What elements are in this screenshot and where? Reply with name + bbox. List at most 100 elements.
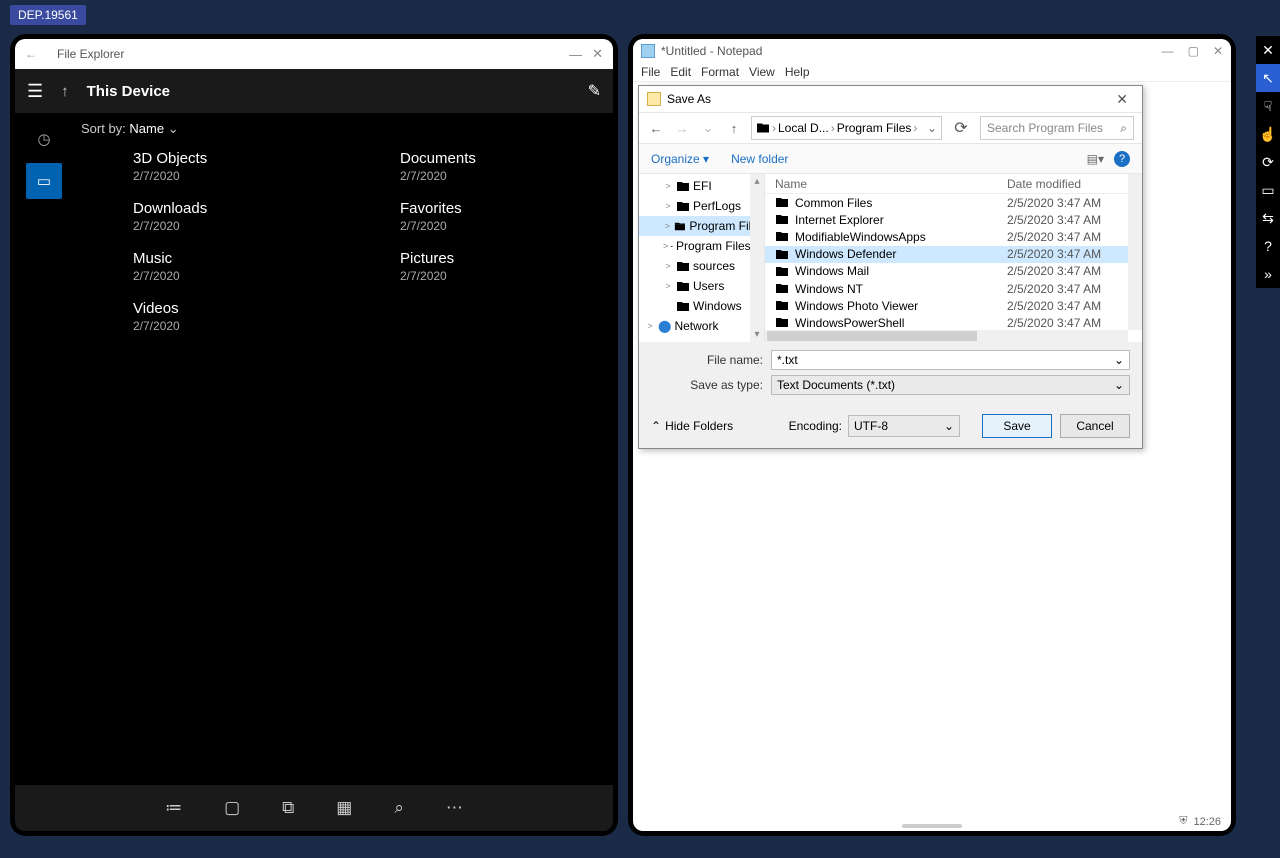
tree-scrollbar[interactable]: ▴▾	[750, 174, 764, 342]
view-options-icon[interactable]: ▤▾	[1087, 152, 1104, 166]
file-name: ModifiableWindowsApps	[795, 230, 926, 244]
expand-icon[interactable]: >	[663, 181, 673, 191]
up-arrow-icon[interactable]: ↑	[61, 83, 69, 100]
cancel-button[interactable]: Cancel	[1060, 414, 1130, 438]
tree-item[interactable]: >⬤Network	[639, 316, 764, 336]
folder-item[interactable]: Downloads2/7/2020	[79, 199, 336, 233]
filename-input[interactable]: *.txt⌄	[771, 350, 1130, 370]
folder-item[interactable]: Documents2/7/2020	[346, 149, 603, 183]
help-icon[interactable]: ?	[1114, 151, 1130, 167]
hamburger-icon[interactable]: ☰	[27, 81, 43, 102]
this-device-icon[interactable]: ▭	[26, 163, 62, 199]
menu-item[interactable]: File	[641, 65, 660, 79]
refresh-icon[interactable]: ⟳	[950, 118, 972, 138]
organize-button[interactable]: Organize ▾	[651, 152, 709, 166]
close-button[interactable]: ✕	[1213, 44, 1223, 58]
list-scrollbar[interactable]	[1128, 174, 1142, 330]
new-folder-button[interactable]: New folder	[731, 152, 788, 166]
more-icon[interactable]: ⋯	[446, 798, 463, 818]
window-titlebar[interactable]: ← File Explorer — ✕	[15, 39, 613, 69]
save-button[interactable]: Save	[982, 414, 1052, 438]
file-list[interactable]: Name Date modified Common Files2/5/2020 …	[765, 174, 1142, 342]
tree-item[interactable]: Windows	[639, 296, 764, 316]
list-icon[interactable]: ≔	[165, 798, 182, 818]
tool-save-icon[interactable]: ▭	[1256, 176, 1280, 204]
close-icon[interactable]: ✕	[1110, 91, 1134, 108]
close-button[interactable]: ✕	[592, 46, 603, 62]
tool-cursor-icon[interactable]: ↖	[1256, 64, 1280, 92]
new-folder-icon[interactable]: ▢	[224, 798, 240, 818]
tree-item[interactable]: >Program Files (x	[639, 236, 764, 256]
file-row[interactable]: Windows NT2/5/2020 3:47 AM	[765, 280, 1142, 297]
paste-icon[interactable]: ⧉	[282, 798, 294, 818]
dialog-actions: ⌃ Hide Folders Encoding: UTF-8⌄ Save Can…	[639, 404, 1142, 448]
file-row[interactable]: Windows Mail2/5/2020 3:47 AM	[765, 263, 1142, 280]
breadcrumb[interactable]: › Local D... › Program Files › ⌄	[751, 116, 942, 140]
nav-back-icon[interactable]: ←	[647, 121, 665, 136]
tool-more-icon[interactable]: »	[1256, 260, 1280, 288]
notepad-titlebar[interactable]: *Untitled - Notepad — ▢ ✕	[633, 39, 1231, 62]
tool-refresh-icon[interactable]: ⟳	[1256, 148, 1280, 176]
sort-row[interactable]: Sort by: Name ⌄	[73, 121, 603, 137]
file-row[interactable]: Internet Explorer2/5/2020 3:47 AM	[765, 211, 1142, 228]
col-name[interactable]: Name	[775, 177, 1007, 191]
expand-icon[interactable]: >	[663, 221, 671, 231]
filetype-select[interactable]: Text Documents (*.txt)⌄	[771, 375, 1130, 395]
menu-item[interactable]: Format	[701, 65, 739, 79]
tool-help-icon[interactable]: ?	[1256, 232, 1280, 260]
folder-item[interactable]: Music2/7/2020	[79, 249, 336, 283]
tree-item[interactable]: >EFI	[639, 176, 764, 196]
file-row[interactable]: Common Files2/5/2020 3:47 AM	[765, 194, 1142, 211]
filename-label: File name:	[689, 353, 771, 367]
tree-item[interactable]: >Program Files	[639, 216, 764, 236]
breadcrumb-item[interactable]: Local D...	[778, 121, 829, 135]
folder-item[interactable]: Pictures2/7/2020	[346, 249, 603, 283]
dialog-titlebar[interactable]: Save As ✕	[639, 86, 1142, 112]
expand-icon[interactable]: >	[663, 201, 673, 211]
breadcrumb-item[interactable]: Program Files	[837, 121, 912, 135]
file-row[interactable]: Windows Photo Viewer2/5/2020 3:47 AM	[765, 297, 1142, 314]
nav-history-icon[interactable]: ⌄	[699, 120, 717, 136]
nav-up-icon[interactable]: ↑	[725, 121, 743, 136]
expand-icon[interactable]: >	[645, 321, 655, 331]
maximize-button[interactable]: ▢	[1188, 44, 1199, 58]
col-date[interactable]: Date modified	[1007, 177, 1081, 191]
tree-label: Users	[693, 279, 724, 293]
menu-item[interactable]: Help	[785, 65, 810, 79]
tool-close-icon[interactable]: ✕	[1256, 36, 1280, 64]
menu-item[interactable]: View	[749, 65, 775, 79]
tool-hand-icon[interactable]: ☟	[1256, 92, 1280, 120]
left-device-frame: ← File Explorer — ✕ ☰ ↑ This Device ✎ ◷ …	[10, 34, 618, 836]
recent-icon[interactable]: ◷	[26, 121, 62, 157]
folder-item[interactable]: 3D Objects2/7/2020	[79, 149, 336, 183]
folder-item[interactable]: Videos2/7/2020	[79, 299, 336, 333]
chevron-down-icon[interactable]: ⌄	[927, 121, 937, 135]
hide-folders-toggle[interactable]: ⌃ Hide Folders	[651, 419, 733, 433]
expand-icon[interactable]: >	[663, 261, 673, 271]
window-handle[interactable]	[902, 824, 962, 828]
back-icon[interactable]: ←	[25, 47, 37, 61]
minimize-button[interactable]: —	[1162, 44, 1174, 58]
encoding-select[interactable]: UTF-8⌄	[848, 415, 960, 437]
tree-item[interactable]: >PerfLogs	[639, 196, 764, 216]
save-as-dialog: Save As ✕ ← → ⌄ ↑ › Local D... › Program…	[638, 85, 1143, 449]
search-input[interactable]: Search Program Files ⌕	[980, 116, 1134, 140]
expand-icon[interactable]: >	[663, 281, 673, 291]
file-row[interactable]: ModifiableWindowsApps2/5/2020 3:47 AM	[765, 228, 1142, 245]
grid-view-icon[interactable]: ▦	[336, 798, 352, 818]
expand-icon[interactable]: >	[663, 241, 668, 251]
minimize-button[interactable]: —	[569, 47, 582, 62]
search-icon[interactable]: ⌕	[394, 798, 404, 818]
file-row[interactable]: Windows Defender2/5/2020 3:47 AM	[765, 246, 1142, 263]
tool-point-icon[interactable]: ☝	[1256, 120, 1280, 148]
file-row[interactable]: WindowsPowerShell2/5/2020 3:47 AM	[765, 314, 1142, 331]
folder-tree[interactable]: >EFI>PerfLogs>Program Files>Program File…	[639, 174, 765, 342]
tree-item[interactable]: > Users	[639, 276, 764, 296]
column-headers[interactable]: Name Date modified	[765, 174, 1142, 194]
list-hscrollbar[interactable]	[765, 330, 1128, 342]
edit-icon[interactable]: ✎	[588, 81, 601, 101]
tool-swap-icon[interactable]: ⇆	[1256, 204, 1280, 232]
menu-item[interactable]: Edit	[670, 65, 691, 79]
tree-item[interactable]: >sources	[639, 256, 764, 276]
folder-item[interactable]: Favorites2/7/2020	[346, 199, 603, 233]
